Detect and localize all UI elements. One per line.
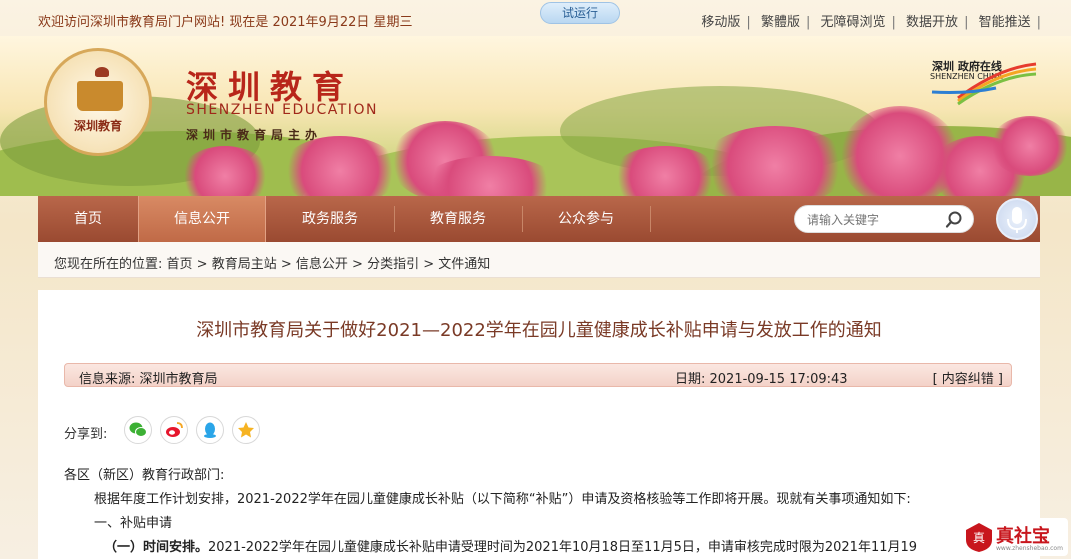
breadcrumb-main-site[interactable]: 教育局主站 [212, 257, 277, 272]
traditional-chinese-link[interactable]: 繁體版 [755, 15, 806, 30]
svg-text:真: 真 [973, 531, 985, 545]
share-qq-button[interactable] [196, 416, 224, 444]
watermark-emblem-icon: 真 [966, 523, 992, 552]
article-body: 各区（新区）教育行政部门: 根据年度工作计划安排，2021-2022学年在园儿童… [64, 464, 1014, 559]
nav-government-services[interactable]: 政务服务 [266, 196, 394, 242]
search-box [794, 205, 974, 233]
article-panel: 深圳市教育局关于做好2021—2022学年在园儿童健康成长补贴申请与发放工作的通… [38, 290, 1040, 559]
breadcrumb-home[interactable]: 首页 [167, 257, 193, 272]
article-greeting: 各区（新区）教育行政部门: [64, 468, 225, 483]
welcome-text: 欢迎访问深圳市教育局门户网站! 现在是 2021年9月22日 星期三 [38, 15, 413, 30]
top-bar: 欢迎访问深圳市教育局门户网站! 现在是 2021年9月22日 星期三 试运行 移… [0, 0, 1071, 36]
open-data-link[interactable]: 数据开放 [900, 15, 964, 30]
qq-icon [204, 422, 216, 438]
breadcrumb: 您现在所在的位置: 首页 > 教育局主站 > 信息公开 > 分类指引 > 文件通… [38, 242, 1040, 278]
weibo-icon [166, 422, 183, 437]
nav-public-participation[interactable]: 公众参与 [522, 196, 650, 242]
mobile-version-link[interactable]: 移动版 [695, 15, 746, 30]
share-label: 分享到: [64, 427, 108, 442]
emblem-logo: 深圳教育 [44, 48, 152, 156]
qzone-icon [238, 422, 254, 438]
share-qzone-button[interactable] [232, 416, 260, 444]
header-banner: 深圳教育 深圳教育 SHENZHEN EDUCATION 深圳市教育局主办 深圳… [0, 36, 1071, 196]
article-meta-bar: 信息来源: 深圳市教育局 日期: 2021-09-15 17:09:43 [ 内… [64, 363, 1012, 387]
emblem-text: 深圳教育 [73, 119, 122, 133]
nav-info-disclosure[interactable]: 信息公开 [138, 196, 266, 242]
smart-push-link[interactable]: 智能推送 [973, 15, 1037, 30]
wechat-icon [129, 422, 147, 437]
article-item-label: （一）时间安排。 [104, 540, 209, 555]
article-item-text: 2021-2022学年在园儿童健康成长补贴申请受理时间为2021年10月18日至… [208, 540, 918, 555]
watermark-logo: 真 真社宝 www.zhenshebao.com [958, 518, 1068, 556]
site-logo-english: SHENZHEN EDUCATION [186, 102, 378, 118]
trial-badge: 试运行 [540, 2, 620, 24]
share-wechat-button[interactable] [124, 416, 152, 444]
nav-home[interactable]: 首页 [38, 196, 138, 242]
share-weibo-button[interactable] [160, 416, 188, 444]
watermark-url: www.zhenshebao.com [996, 545, 1063, 552]
accessibility-link[interactable]: 无障碍浏览 [815, 15, 892, 30]
article-title: 深圳市教育局关于做好2021—2022学年在园儿童健康成长补贴申请与发放工作的通… [196, 320, 882, 341]
site-logo-subtitle: 深圳市教育局主办 [186, 128, 323, 142]
article-paragraph: 根据年度工作计划安排，2021-2022学年在园儿童健康成长补贴（以下简称“补贴… [94, 492, 911, 507]
article-section-heading: 一、补贴申请 [94, 516, 173, 531]
article-date: 日期: 2021-09-15 17:09:43 [675, 372, 848, 387]
report-error-link[interactable]: [ 内容纠错 ] [933, 368, 1003, 387]
breadcrumb-file-notice[interactable]: 文件通知 [438, 257, 490, 272]
breadcrumb-category-guide[interactable]: 分类指引 [367, 257, 419, 272]
breadcrumb-info-disclosure[interactable]: 信息公开 [296, 257, 348, 272]
top-links: 移动版 | 繁體版 | 无障碍浏览 | 数据开放 | 智能推送 | [695, 11, 1041, 30]
shenzhen-china-logo[interactable]: 深圳 政府在线 SHENZHEN CHINA [928, 58, 1038, 106]
microphone-icon [1007, 207, 1027, 233]
search-icon[interactable] [945, 211, 963, 229]
voice-search-button[interactable] [996, 198, 1038, 240]
breadcrumb-prefix: 您现在所在的位置: [54, 257, 167, 272]
article-source: 信息来源: 深圳市教育局 [79, 372, 218, 387]
rainbow-swoosh-icon [931, 62, 1037, 106]
article-item: （一）时间安排。2021-2022学年在园儿童健康成长补贴申请受理时间为2021… [64, 536, 1014, 559]
search-input[interactable] [807, 210, 937, 230]
nav-education-services[interactable]: 教育服务 [394, 196, 522, 242]
main-nav: 首页 信息公开 政务服务 教育服务 公众参与 [38, 196, 1040, 242]
